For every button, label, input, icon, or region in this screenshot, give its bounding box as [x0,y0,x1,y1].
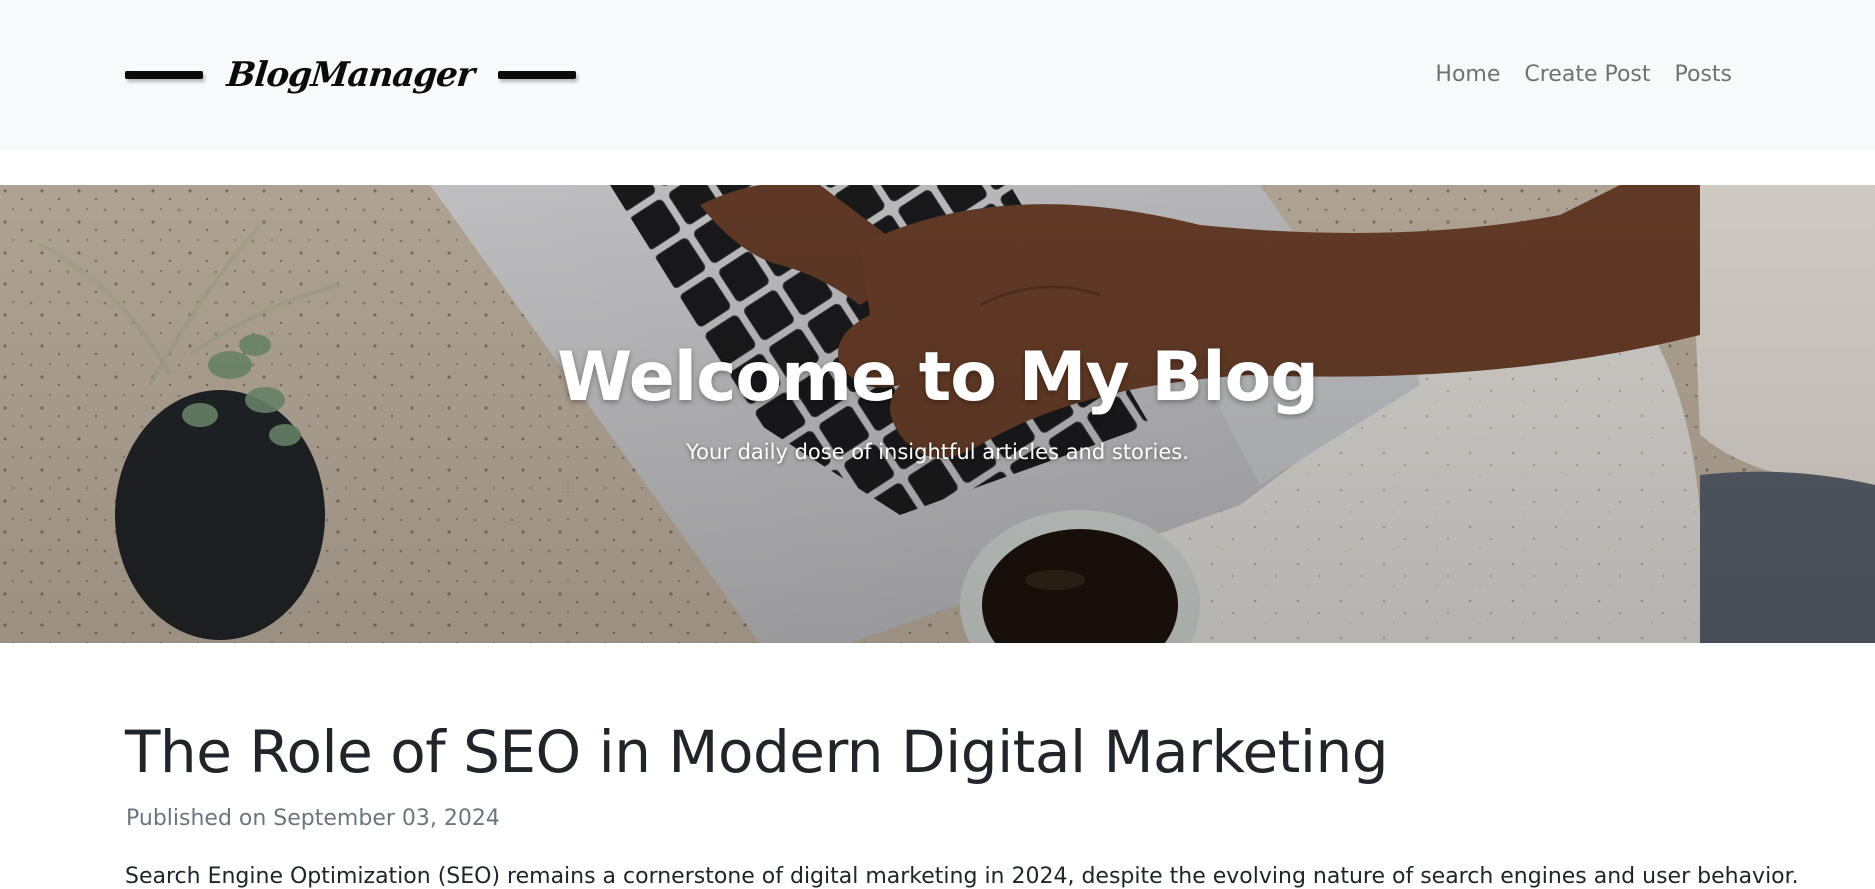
main-nav: Home Create Post Posts [1423,58,1732,92]
post-title[interactable]: The Role of SEO in Modern Digital Market… [125,718,1389,786]
hero-subtitle: Your daily dose of insightful articles a… [686,440,1189,464]
nav-link-home[interactable]: Home [1423,58,1512,92]
brand-dash-left [125,71,203,79]
nav-link-create-post[interactable]: Create Post [1512,58,1662,92]
nav-link-posts[interactable]: Posts [1663,58,1733,92]
brand-logo[interactable]: BlogManager [125,44,576,106]
hero-banner: Welcome to My Blog Your daily dose of in… [0,185,1875,643]
brand-name: BlogManager [224,55,476,95]
post-excerpt: Search Engine Optimization (SEO) remains… [125,864,1799,889]
post-published-date: Published on September 03, 2024 [126,806,500,831]
navbar: BlogManager Home Create Post Posts [0,0,1875,150]
hero-title: Welcome to My Blog [557,338,1319,417]
brand-dash-right [497,71,576,79]
